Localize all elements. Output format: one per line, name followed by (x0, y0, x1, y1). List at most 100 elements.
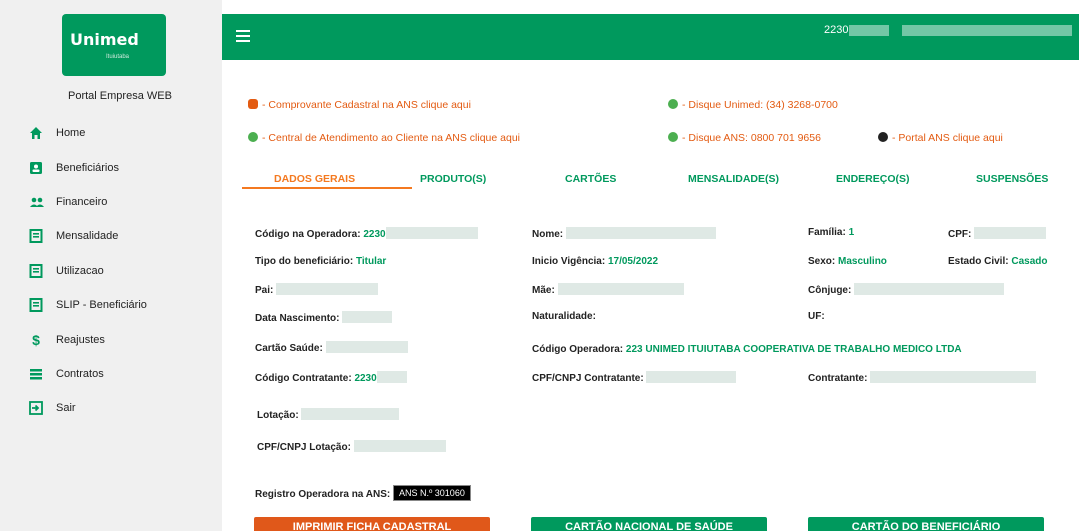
field-value: Casado (1011, 256, 1048, 267)
codigo-operadora-field: Código na Operadora: 2230 (255, 227, 478, 240)
sidebar: Unimed Ituiutaba Portal Empresa WEB Home… (0, 0, 222, 531)
redacted-block (301, 408, 400, 420)
sidebar-item-slip[interactable]: SLIP - Beneficiário (0, 288, 222, 322)
redacted-block (353, 440, 446, 452)
link-text: - Disque ANS: 0800 701 9656 (682, 132, 821, 144)
comprovante-ans-link[interactable]: - Comprovante Cadastral na ANS clique aq… (248, 99, 471, 111)
logout-icon (29, 401, 43, 416)
redacted-block (557, 283, 684, 295)
registro-ans-field: Registro Operadora na ANS: ANS N.º 30106… (255, 485, 471, 501)
sidebar-item-utilizacao[interactable]: Utilizacao (0, 254, 222, 288)
field-label: Código na Operadora: (255, 229, 361, 240)
sidebar-item-label: Home (56, 127, 86, 140)
field-value: Masculino (838, 256, 887, 267)
info-icon (878, 132, 888, 142)
tab-enderecos[interactable]: ENDEREÇO(S) (836, 173, 910, 185)
field-value: 1 (848, 227, 855, 238)
lotacao-field: Lotação: (257, 408, 400, 421)
sidebar-item-sair[interactable]: Sair (0, 391, 222, 425)
disque-ans-link[interactable]: - Disque ANS: 0800 701 9656 (668, 132, 821, 144)
link-text: - Disque Unimed: (34) 3268-0700 (682, 99, 838, 111)
phone-icon (248, 132, 258, 142)
conjuge-field: Cônjuge: (808, 283, 1005, 296)
tab-cartoes[interactable]: CARTÕES (565, 173, 616, 185)
hamburger-menu-icon[interactable] (236, 30, 250, 42)
portal-ans-link[interactable]: - Portal ANS clique aqui (878, 132, 1003, 144)
logo-subtitle: Ituiutaba (106, 54, 130, 60)
cpf-lotacao-field: CPF/CNPJ Lotação: (257, 440, 446, 453)
tab-produtos[interactable]: PRODUTO(S) (420, 173, 486, 185)
phone-icon (668, 99, 678, 109)
field-label: Código Contratante: (255, 373, 352, 384)
unimed-logo[interactable]: Unimed Ituiutaba (62, 14, 166, 76)
home-icon (29, 126, 43, 140)
sexo-field: Sexo: Masculino (808, 256, 887, 267)
field-label: Naturalidade: (532, 311, 596, 322)
link-text: - Comprovante Cadastral na ANS clique aq… (262, 99, 471, 111)
link-text: - Portal ANS clique aqui (892, 132, 1003, 144)
naturalidade-field: Naturalidade: (532, 311, 596, 322)
redacted-block (854, 283, 1005, 295)
cartao-nacional-button[interactable]: CARTÃO NACIONAL DE SAÚDE (531, 517, 767, 531)
sidebar-item-label: Sair (56, 402, 76, 415)
field-label: Nome: (532, 229, 564, 240)
person-icon (248, 99, 258, 109)
disque-unimed-link[interactable]: - Disque Unimed: (34) 3268-0700 (668, 99, 838, 111)
field-label: Cônjuge: (808, 285, 852, 296)
header-user-code: 2230 (824, 24, 849, 36)
central-atendimento-link[interactable]: - Central de Atendimento ao Cliente na A… (248, 132, 520, 144)
redacted-block (849, 25, 889, 36)
field-label: Cartão Saúde: (255, 343, 323, 354)
active-tab-indicator (242, 187, 412, 189)
pai-field: Pai: (255, 283, 379, 296)
tab-suspensoes[interactable]: SUSPENSÕES (976, 173, 1048, 185)
sidebar-item-home[interactable]: Home (0, 116, 222, 150)
field-label: Código Operadora: (532, 344, 624, 355)
field-label: Estado Civil: (948, 256, 1009, 267)
familia-field: Família: 1 (808, 227, 854, 238)
ans-badge: ANS N.º 301060 (393, 485, 471, 501)
tab-dados-gerais[interactable]: DADOS GERAIS (274, 173, 355, 185)
redacted-block (902, 25, 1072, 36)
contratante-field: Contratante: (808, 371, 1037, 384)
redacted-block (385, 227, 478, 239)
sidebar-item-label: Reajustes (56, 333, 105, 346)
link-text: - Central de Atendimento ao Cliente na A… (262, 132, 520, 144)
redacted-block (376, 371, 407, 383)
cartao-beneficiario-button[interactable]: CARTÃO DO BENEFICIÁRIO (808, 517, 1044, 531)
sidebar-item-label: SLIP - Beneficiário (56, 299, 147, 312)
id-card-icon (29, 161, 43, 175)
users-icon (29, 195, 44, 209)
imprimir-ficha-button[interactable]: IMPRIMIR FICHA CADASTRAL (254, 517, 490, 531)
field-value: 17/05/2022 (607, 256, 659, 267)
portal-label: Portal Empresa WEB (68, 90, 172, 102)
field-label: CPF: (948, 229, 972, 240)
field-label: Tipo do beneficiário: (255, 256, 354, 267)
sidebar-item-beneficiarios[interactable]: Beneficiários (0, 150, 222, 184)
top-header: 2230 (222, 14, 1079, 60)
dollar-icon: $ (32, 331, 40, 348)
uf-field: UF: (808, 311, 825, 322)
sidebar-item-mensalidade[interactable]: Mensalidade (0, 219, 222, 253)
cartao-saude-field: Cartão Saúde: (255, 341, 408, 354)
sidebar-item-financeiro[interactable]: Financeiro (0, 185, 222, 219)
redacted-block (276, 283, 379, 295)
sidebar-nav: Home Beneficiários Financeiro Mensalidad… (0, 116, 222, 426)
field-label: CPF/CNPJ Lotação: (257, 442, 351, 453)
redacted-block (342, 311, 393, 323)
mae-field: Mãe: (532, 283, 684, 296)
redacted-block (325, 341, 408, 353)
tab-mensalidades[interactable]: MENSALIDADE(S) (688, 173, 779, 185)
field-value: Titular (355, 256, 387, 267)
document-icon (29, 263, 43, 278)
tipo-beneficiario-field: Tipo do beneficiário: Titular (255, 256, 386, 267)
cpf-contratante-field: CPF/CNPJ Contratante: (532, 371, 737, 384)
sidebar-item-label: Financeiro (56, 195, 108, 208)
sidebar-item-label: Contratos (56, 367, 104, 380)
redacted-block (646, 371, 737, 383)
sidebar-item-contratos[interactable]: Contratos (0, 357, 222, 391)
list-icon (29, 367, 43, 381)
field-label: UF: (808, 311, 825, 322)
codigo-contratante-field: Código Contratante: 2230 (255, 371, 407, 384)
sidebar-item-reajustes[interactable]: $ Reajustes (0, 322, 222, 356)
